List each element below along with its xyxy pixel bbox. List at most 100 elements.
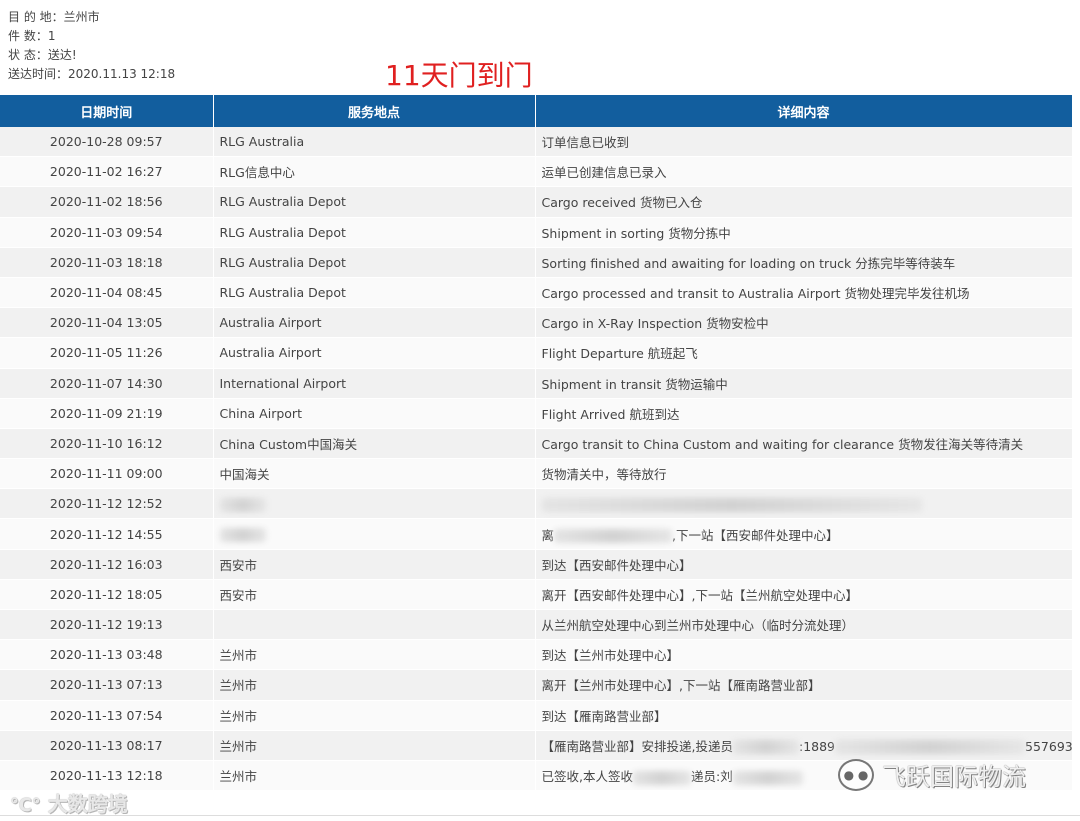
row-time: 2020-11-03 09:54 bbox=[0, 217, 214, 248]
row-place-text: 兰州市 bbox=[219, 738, 258, 754]
table-row: 2020-10-28 09:57 RLG Australia 订单信息已收到 bbox=[0, 127, 1073, 158]
row-detail-tail: ,下一站【西安邮件处理中心】 bbox=[672, 527, 839, 543]
redacted-detail bbox=[732, 770, 803, 785]
row-detail-text: 从兰州航空处理中心到兰州市处理中心（临时分流处理） bbox=[541, 618, 855, 634]
row-place: 兰州市 bbox=[213, 639, 536, 671]
row-place-text: 兰州市 bbox=[219, 678, 258, 694]
row-place: 兰州市 bbox=[213, 669, 536, 701]
row-detail: 离开【西安邮件处理中心】,下一站【兰州航空处理中心】 bbox=[535, 579, 1073, 611]
table-row: 2020-11-02 18:56 RLG Australia Depot Cargo… bbox=[0, 186, 1073, 218]
row-time: 2020-11-07 14:30 bbox=[0, 368, 214, 399]
table-row: 2020-11-12 12:52 bbox=[0, 488, 1073, 520]
shipment-summary: 目 的 地：兰州市 件 数：1 状 态：送达! 送达时间：2020.11.13 … bbox=[8, 8, 175, 84]
tracking-table: 日期时间 服务地点 详细内容 2020-10-28 09:57 RLG Austr… bbox=[0, 95, 1073, 792]
row-detail-text: 订单信息已收到 bbox=[541, 135, 630, 151]
row-place bbox=[213, 488, 536, 520]
row-detail-text: Sorting finished and awaiting for loadin… bbox=[541, 255, 956, 271]
table-row: 2020-11-03 18:18 RLG Australia Depot Sorti… bbox=[0, 247, 1073, 278]
row-place: 中国海关 bbox=[213, 458, 536, 490]
row-time: 2020-11-12 18:05 bbox=[0, 579, 214, 611]
row-place: 兰州市 bbox=[213, 730, 536, 761]
row-place-text: RLG Australia bbox=[219, 134, 305, 150]
row-detail: Cargo in X-Ray Inspection 货物安检中 bbox=[535, 307, 1073, 339]
table-row: 2020-11-13 08:17 兰州市 【雁南路营业部】安排投递,投递员:1889… bbox=[0, 730, 1073, 761]
row-place-text: RLG信息中心 bbox=[219, 165, 295, 181]
row-place-text: 兰州市 bbox=[219, 708, 258, 724]
row-place: China Custom中国海关 bbox=[213, 428, 536, 460]
redacted-detail bbox=[732, 740, 799, 755]
row-place-text: 西安市 bbox=[219, 587, 258, 603]
row-detail: 离 ,下一站【西安邮件处理中心】 bbox=[535, 518, 1073, 550]
row-time: 2020-11-12 12:52 bbox=[0, 488, 214, 520]
row-time: 2020-11-13 07:54 bbox=[0, 700, 214, 731]
row-detail: 到达【雁南路营业部】 bbox=[535, 700, 1073, 731]
row-place: 西安市 bbox=[213, 549, 536, 580]
row-place-text: International Airport bbox=[219, 375, 347, 391]
row-time: 2020-11-02 16:27 bbox=[0, 156, 214, 188]
redacted-detail bbox=[554, 529, 673, 544]
table-row: 2020-11-05 11:26 Australia Airport Flight … bbox=[0, 337, 1073, 369]
row-time: 2020-11-12 19:13 bbox=[0, 609, 214, 641]
row-place-text: 西安市 bbox=[219, 557, 258, 573]
row-place-text: RLG Australia Depot bbox=[219, 194, 346, 210]
row-detail-text: 运单已创建信息已录入 bbox=[541, 165, 667, 181]
row-place-text: China Custom中国海关 bbox=[219, 436, 358, 452]
row-place-text: China Airport bbox=[219, 405, 302, 421]
watermark-right-text: 飞跃国际物流 bbox=[882, 763, 1026, 791]
row-place: RLG Australia Depot bbox=[213, 277, 536, 309]
table-row: 2020-11-12 14:55 离 ,下一站【西安邮件处理中心】 bbox=[0, 518, 1073, 550]
bottom-divider bbox=[0, 815, 1080, 816]
row-place: 兰州市 bbox=[213, 760, 536, 792]
row-detail-text: Flight Departure 航班起飞 bbox=[541, 346, 698, 362]
row-time: 2020-11-02 18:56 bbox=[0, 186, 214, 218]
table-row: 2020-11-07 14:30 International Airport Shi… bbox=[0, 368, 1073, 399]
row-place: RLG Australia bbox=[213, 127, 536, 158]
row-detail: 【雁南路营业部】安排投递,投递员:1889 557693 bbox=[535, 730, 1073, 761]
row-detail-mid: 递员:刘 bbox=[690, 769, 733, 785]
redacted-detail bbox=[835, 740, 1026, 755]
table-row: 2020-11-12 18:05 西安市 离开【西安邮件处理中心】,下一站【兰州航空… bbox=[0, 579, 1073, 611]
row-detail-text: 到达【兰州市处理中心】 bbox=[541, 648, 680, 664]
table-row: 2020-11-13 07:13 兰州市 离开【兰州市处理中心】,下一站【雁南路营业… bbox=[0, 669, 1073, 701]
row-detail-text: 到达【西安邮件处理中心】 bbox=[541, 557, 692, 573]
row-place: 兰州市 bbox=[213, 700, 536, 731]
watermark-right: ● ● 飞跃国际物流 bbox=[838, 757, 1026, 792]
delivered-time-text: 送达时间：2020.11.13 12:18 bbox=[8, 67, 176, 81]
row-place: 西安市 bbox=[213, 579, 536, 611]
row-time: 2020-11-04 13:05 bbox=[0, 307, 214, 339]
row-detail: Flight Departure 航班起飞 bbox=[535, 337, 1073, 369]
table-row: 2020-11-04 08:45 RLG Australia Depot Cargo… bbox=[0, 277, 1073, 309]
row-place-text: 中国海关 bbox=[219, 467, 270, 483]
row-detail-tail: 557693 bbox=[1025, 738, 1072, 754]
row-detail-text: 货物清关中，等待放行 bbox=[541, 467, 667, 483]
row-detail: 订单信息已收到 bbox=[535, 127, 1073, 158]
row-place: China Airport bbox=[213, 398, 536, 429]
table-row: 2020-11-12 19:13 从兰州航空处理中心到兰州市处理中心（临时分流处理… bbox=[0, 609, 1073, 641]
row-detail-text: 离开【西安邮件处理中心】,下一站【兰州航空处理中心】 bbox=[541, 587, 858, 603]
row-time: 2020-11-03 18:18 bbox=[0, 247, 214, 278]
redacted-place bbox=[219, 527, 266, 542]
door-to-door-headline: 11天门到门 bbox=[385, 59, 533, 92]
table-row: 2020-11-09 21:19 China Airport Flight Arri… bbox=[0, 398, 1073, 429]
row-time: 2020-11-12 14:55 bbox=[0, 518, 214, 550]
row-time: 2020-11-12 16:03 bbox=[0, 549, 214, 580]
row-place bbox=[213, 518, 536, 550]
row-time: 2020-11-11 09:00 bbox=[0, 458, 214, 490]
row-place-text: RLG Australia Depot bbox=[219, 254, 346, 270]
table-row: 2020-11-04 13:05 Australia Airport Cargo i… bbox=[0, 307, 1073, 339]
row-detail-text: 已签收,本人签收 bbox=[541, 769, 633, 785]
watermark-left: ℃° 大数跨境 bbox=[10, 788, 128, 817]
row-detail-text: Shipment in transit 货物运输中 bbox=[541, 376, 728, 392]
destination-text: 目 的 地：兰州市 bbox=[8, 10, 100, 24]
row-place-text: Australia Airport bbox=[219, 345, 322, 361]
row-place: RLG信息中心 bbox=[213, 156, 536, 188]
table-row: 2020-11-13 03:48 兰州市 到达【兰州市处理中心】 bbox=[0, 639, 1073, 671]
row-time: 2020-11-13 07:13 bbox=[0, 669, 214, 701]
row-detail: Sorting finished and awaiting for loadin… bbox=[535, 247, 1073, 278]
row-detail-text: Cargo in X-Ray Inspection 货物安检中 bbox=[541, 316, 769, 332]
row-detail: Cargo processed and transit to Australia… bbox=[535, 277, 1073, 309]
row-place: RLG Australia Depot bbox=[213, 247, 536, 278]
row-detail: 到达【西安邮件处理中心】 bbox=[535, 549, 1073, 580]
row-place-text: 兰州市 bbox=[219, 769, 258, 785]
row-detail: 离开【兰州市处理中心】,下一站【雁南路营业部】 bbox=[535, 669, 1073, 701]
